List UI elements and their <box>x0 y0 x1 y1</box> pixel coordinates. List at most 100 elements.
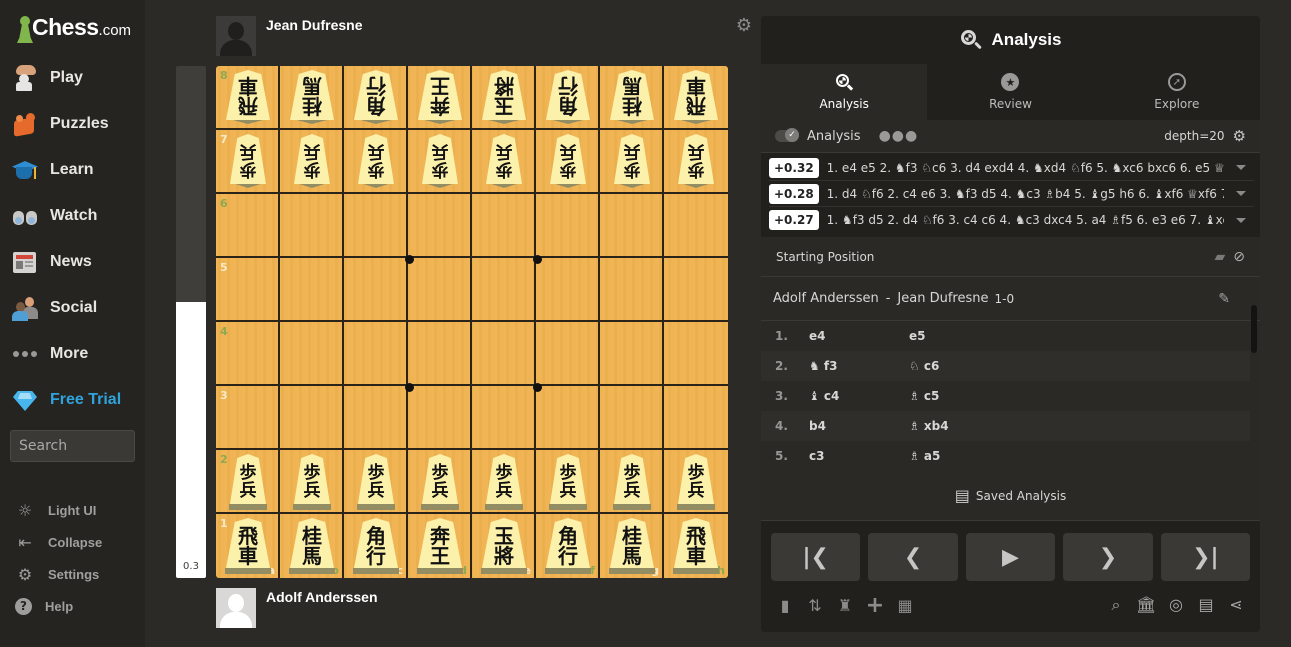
engine-line-moves[interactable]: 1. ♞f3 d5 2. d4 ♘f6 3. c4 c6 4. ♞c3 dxc4… <box>827 213 1224 227</box>
opening-book-icon[interactable]: ▰ <box>1214 249 1225 265</box>
gote-piece[interactable]: 歩兵 <box>485 134 523 190</box>
white-move[interactable]: ♝ c4 <box>809 389 909 403</box>
gote-piece[interactable]: 角行 <box>545 70 591 126</box>
board-square-c1[interactable]: c角行 <box>344 514 408 578</box>
black-move[interactable]: ♗ c5 <box>909 389 1009 403</box>
board-square-e1[interactable]: e玉將 <box>472 514 536 578</box>
board-square-h8[interactable]: 飛車 <box>664 66 728 130</box>
sente-piece[interactable]: 角行 <box>353 518 399 574</box>
next-move-button[interactable]: ❯ <box>1063 533 1153 581</box>
black-move[interactable]: ♘ c6 <box>909 359 1009 373</box>
board-square-d3[interactable] <box>408 386 472 450</box>
board-square-a4[interactable]: 4 <box>216 322 280 386</box>
shogi-board[interactable]: 8飛車桂馬角行奔王玉將角行桂馬飛車7歩兵歩兵歩兵歩兵歩兵歩兵歩兵歩兵65432歩… <box>216 66 728 578</box>
search-input[interactable] <box>10 430 135 462</box>
gote-piece[interactable]: 歩兵 <box>357 134 395 190</box>
sente-piece[interactable]: 歩兵 <box>421 454 459 510</box>
tab-review[interactable]: ★ Review <box>927 64 1093 120</box>
board-square-c8[interactable]: 角行 <box>344 66 408 130</box>
board-square-a5[interactable]: 5 <box>216 258 280 322</box>
sidebar-item-play[interactable]: Play <box>0 55 145 101</box>
sente-piece[interactable]: 歩兵 <box>229 454 267 510</box>
sente-piece[interactable]: 桂馬 <box>609 518 655 574</box>
board-square-b5[interactable] <box>280 258 344 322</box>
sidebar-item-more[interactable]: More <box>0 331 145 377</box>
sente-piece[interactable]: 飛車 <box>673 518 719 574</box>
sente-piece[interactable]: 桂馬 <box>289 518 335 574</box>
board-square-h7[interactable]: 歩兵 <box>664 130 728 194</box>
gote-piece[interactable]: 奔王 <box>417 70 463 126</box>
board-square-f6[interactable] <box>536 194 600 258</box>
add-icon[interactable]: + <box>865 593 885 618</box>
last-move-button[interactable]: ❯| <box>1160 533 1251 581</box>
board-square-a6[interactable]: 6 <box>216 194 280 258</box>
tab-explore[interactable]: ➚ Explore <box>1094 64 1260 120</box>
expand-caret-icon[interactable] <box>1236 191 1246 196</box>
board-square-a7[interactable]: 7歩兵 <box>216 130 280 194</box>
bottom-player-avatar[interactable] <box>216 588 256 628</box>
sidebar-item-free-trial[interactable]: Free Trial <box>0 377 145 423</box>
board-square-d5[interactable] <box>408 258 472 322</box>
sente-piece[interactable]: 玉將 <box>481 518 527 574</box>
board-square-f1[interactable]: f角行 <box>536 514 600 578</box>
sente-piece[interactable]: 歩兵 <box>613 454 651 510</box>
sidebar-item-learn[interactable]: Learn <box>0 147 145 193</box>
library-icon[interactable]: 🏛 <box>1136 595 1156 615</box>
black-move[interactable]: ♗ a5 <box>909 449 1009 463</box>
board-square-d1[interactable]: d奔王 <box>408 514 472 578</box>
board-square-g5[interactable] <box>600 258 664 322</box>
board-square-g7[interactable]: 歩兵 <box>600 130 664 194</box>
black-move[interactable]: e5 <box>909 329 1009 343</box>
board-square-c6[interactable] <box>344 194 408 258</box>
board-square-c3[interactable] <box>344 386 408 450</box>
board-square-f3[interactable] <box>536 386 600 450</box>
board-square-h4[interactable] <box>664 322 728 386</box>
eval-graph-icon[interactable]: ▮ <box>775 596 795 615</box>
board-square-g2[interactable]: 歩兵 <box>600 450 664 514</box>
board-square-e5[interactable] <box>472 258 536 322</box>
board-settings-gear-icon[interactable]: ⚙ <box>735 17 753 35</box>
gote-piece[interactable]: 歩兵 <box>613 134 651 190</box>
tab-analysis[interactable]: Analysis <box>761 64 928 120</box>
board-square-g4[interactable] <box>600 322 664 386</box>
board-square-d4[interactable] <box>408 322 472 386</box>
board-square-g3[interactable] <box>600 386 664 450</box>
board-square-d8[interactable]: 奔王 <box>408 66 472 130</box>
sente-piece[interactable]: 歩兵 <box>357 454 395 510</box>
board-square-b2[interactable]: 歩兵 <box>280 450 344 514</box>
light-ui-toggle[interactable]: ☼ Light UI <box>0 494 145 526</box>
engine-line[interactable]: +0.27 1. ♞f3 d5 2. d4 ♘f6 3. c4 c6 4. ♞c… <box>769 207 1254 233</box>
board-square-g6[interactable] <box>600 194 664 258</box>
engine-toggle[interactable] <box>775 128 799 142</box>
board-square-f8[interactable]: 角行 <box>536 66 600 130</box>
board-square-a2[interactable]: 2歩兵 <box>216 450 280 514</box>
target-icon[interactable]: ◎ <box>1166 595 1186 615</box>
play-button[interactable]: ▶ <box>965 533 1056 581</box>
sente-piece[interactable]: 歩兵 <box>293 454 331 510</box>
edit-game-icon[interactable]: ✎ <box>1218 291 1230 307</box>
expand-caret-icon[interactable] <box>1236 217 1246 223</box>
board-square-c2[interactable]: 歩兵 <box>344 450 408 514</box>
flip-board-icon[interactable]: ⇅ <box>805 596 825 615</box>
top-player-avatar[interactable] <box>216 16 256 56</box>
sidebar-item-news[interactable]: News <box>0 239 145 285</box>
white-move[interactable]: b4 <box>809 419 909 433</box>
analysis-zoom-icon[interactable]: ⌕ <box>1106 595 1126 615</box>
settings-link[interactable]: ⚙ Settings <box>0 558 145 590</box>
board-square-d2[interactable]: 歩兵 <box>408 450 472 514</box>
white-move[interactable]: e4 <box>809 329 909 343</box>
board-square-b3[interactable] <box>280 386 344 450</box>
gote-piece[interactable]: 角行 <box>353 70 399 126</box>
sente-piece[interactable]: 歩兵 <box>677 454 715 510</box>
sidebar-item-puzzles[interactable]: Puzzles <box>0 101 145 147</box>
board-square-b8[interactable]: 桂馬 <box>280 66 344 130</box>
board-square-g8[interactable]: 桂馬 <box>600 66 664 130</box>
sente-piece[interactable]: 歩兵 <box>485 454 523 510</box>
board-square-a3[interactable]: 3 <box>216 386 280 450</box>
sidebar-item-watch[interactable]: Watch <box>0 193 145 239</box>
board-square-e7[interactable]: 歩兵 <box>472 130 536 194</box>
gote-piece[interactable]: 歩兵 <box>549 134 587 190</box>
gote-piece[interactable]: 飛車 <box>673 70 719 126</box>
gote-piece[interactable]: 玉將 <box>481 70 527 126</box>
move-list-scrollbar[interactable] <box>1251 305 1257 353</box>
